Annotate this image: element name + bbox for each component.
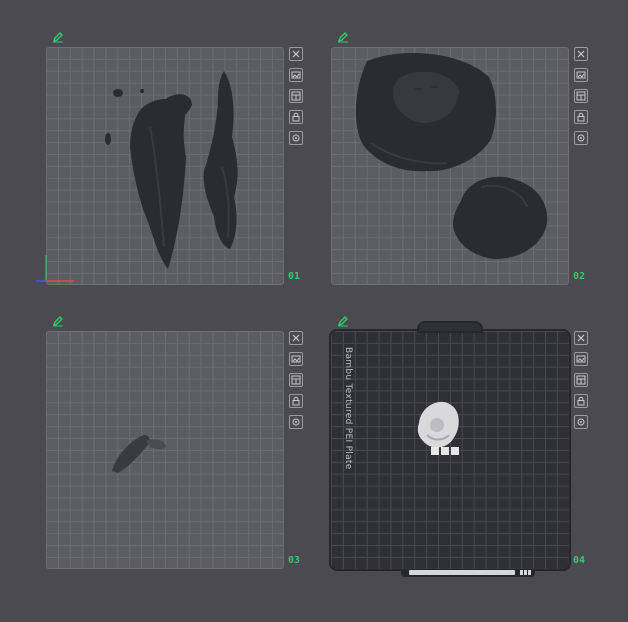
plate-toolbar — [289, 331, 303, 436]
plate-handle — [419, 323, 481, 331]
arrange-icon[interactable] — [574, 352, 588, 366]
arrange-icon[interactable] — [289, 352, 303, 366]
plate-cell-01: 01 — [36, 31, 330, 313]
settings-icon[interactable] — [574, 131, 588, 145]
plate-number: 02 — [573, 271, 586, 282]
build-plate[interactable] — [36, 47, 284, 285]
model-objects[interactable] — [46, 331, 284, 569]
settings-icon[interactable] — [574, 415, 588, 429]
plate-cell-02: 02 — [331, 31, 615, 313]
plate-toolbar — [289, 47, 303, 152]
orient-icon[interactable] — [289, 373, 303, 387]
arrange-icon[interactable] — [289, 68, 303, 82]
close-icon[interactable] — [574, 47, 588, 61]
settings-icon[interactable] — [289, 131, 303, 145]
arrange-icon[interactable] — [574, 68, 588, 82]
plate-number: 04 — [573, 555, 586, 566]
model-objects[interactable] — [331, 47, 569, 285]
plate-toolbar — [574, 47, 588, 152]
plate-footer-dots — [520, 570, 531, 575]
settings-icon[interactable] — [289, 415, 303, 429]
orient-icon[interactable] — [289, 89, 303, 103]
plate-toolbar — [574, 331, 588, 436]
close-icon[interactable] — [289, 331, 303, 345]
edit-icon[interactable] — [337, 31, 349, 43]
close-icon[interactable] — [574, 331, 588, 345]
edit-icon[interactable] — [52, 315, 64, 327]
orient-icon[interactable] — [574, 89, 588, 103]
build-plate-selected[interactable]: Bambu Textured PEI Plate — [331, 323, 569, 577]
lock-icon[interactable] — [289, 394, 303, 408]
axis-gizmo — [36, 255, 74, 282]
lock-icon[interactable] — [574, 110, 588, 124]
build-plate[interactable] — [331, 47, 569, 285]
model-objects[interactable] — [331, 331, 569, 569]
build-plate[interactable] — [46, 331, 284, 569]
plate-info-chip — [409, 570, 515, 575]
lock-icon[interactable] — [574, 394, 588, 408]
plate-number: 03 — [288, 555, 301, 566]
plate-footer-bar — [401, 569, 535, 577]
edit-icon[interactable] — [337, 315, 349, 327]
orient-icon[interactable] — [574, 373, 588, 387]
lock-icon[interactable] — [289, 110, 303, 124]
close-icon[interactable] — [289, 47, 303, 61]
model-objects[interactable] — [46, 47, 284, 285]
plate-cell-04: Bambu Textured PEI Plate 04 — [331, 315, 615, 597]
plate-number: 01 — [288, 271, 301, 282]
edit-icon[interactable] — [52, 31, 64, 43]
plate-cell-03: 03 — [46, 315, 330, 597]
